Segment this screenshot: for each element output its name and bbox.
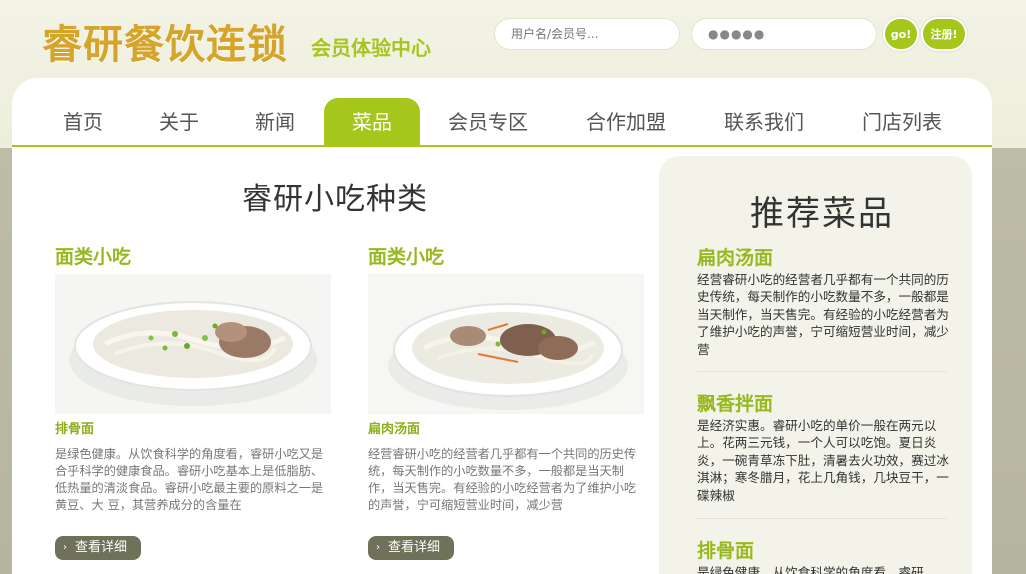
sidebar-title: 推荐菜品 (750, 194, 894, 234)
dish-card: 面类小吃 排骨面 是绿色健康。从饮食科学的角度看，睿研小吃又是合乎科学的健康食品… (55, 242, 331, 560)
recommended-item: 飘香拌面 是经济实惠。睿研小吃的单价一般在两元以上。花两三元钱，一个人可以吃饱。… (697, 389, 949, 504)
dish-category[interactable]: 面类小吃 (368, 242, 644, 272)
recommended-item-description: 是经济实惠。睿研小吃的单价一般在两元以上。花两三元钱，一个人可以吃饱。夏日炎炎，… (697, 418, 949, 503)
dish-category[interactable]: 面类小吃 (55, 242, 331, 272)
nav-item-home[interactable]: 首页 (48, 98, 118, 146)
password-input[interactable] (691, 18, 877, 50)
recommended-item-title[interactable]: 飘香拌面 (697, 389, 949, 417)
dish-description: 是绿色健康。从饮食科学的角度看，睿研小吃又是合乎科学的健康食品。睿研小吃基本上是… (55, 447, 324, 512)
username-input[interactable] (494, 18, 680, 50)
dish-name[interactable]: 扁肉汤面 (368, 418, 644, 442)
nav-item-stores[interactable]: 门店列表 (852, 98, 952, 146)
nav-item-contact[interactable]: 联系我们 (714, 98, 814, 146)
dish-image[interactable] (55, 274, 331, 414)
recommended-item-title[interactable]: 扁肉汤面 (697, 243, 949, 271)
nav-item-franchise[interactable]: 合作加盟 (576, 98, 676, 146)
recommended-item-title[interactable]: 排骨面 (697, 536, 949, 564)
nav-item-about[interactable]: 关于 (144, 98, 214, 146)
section-title: 睿研小吃种类 (242, 182, 428, 217)
nav-item-news[interactable]: 新闻 (240, 98, 310, 146)
view-details-button[interactable]: › 查看详细 (368, 536, 455, 560)
site-logo[interactable]: 睿研餐饮连锁 (42, 12, 288, 70)
register-button[interactable]: 注册! (921, 17, 967, 51)
recommended-item-description: 经营睿研小吃的经营者几乎都有一个共同的历史传统，每天制作的小吃数量不多，一般都是… (697, 272, 949, 357)
main-nav: 首页 关于 新闻 菜品 会员专区 合作加盟 联系我们 门店列表 (12, 98, 992, 146)
recommended-item: 排骨面 是绿色健康。从饮食科学的角度看，睿研 (697, 536, 949, 574)
nav-underline (12, 145, 992, 147)
site-subtitle: 会员体验中心 (311, 36, 431, 60)
chevron-right-icon: › (63, 542, 67, 553)
recommended-item-description: 是绿色健康。从饮食科学的角度看，睿研 (697, 565, 924, 574)
divider (697, 371, 947, 372)
view-details-label: 查看详细 (388, 540, 441, 555)
view-details-button[interactable]: › 查看详细 (55, 536, 142, 560)
chevron-right-icon: › (376, 542, 380, 553)
divider (697, 518, 947, 519)
dish-image[interactable] (368, 274, 644, 414)
dish-card: 面类小吃 扁肉汤面 经营睿研小吃的经营者几乎都有一个共同的历史传统，每天制作的小… (368, 242, 644, 560)
dish-name[interactable]: 排骨面 (55, 418, 331, 442)
view-details-label: 查看详细 (75, 540, 128, 555)
nav-item-members[interactable]: 会员专区 (438, 98, 538, 146)
recommended-item: 扁肉汤面 经营睿研小吃的经营者几乎都有一个共同的历史传统，每天制作的小吃数量不多… (697, 243, 949, 358)
dish-description: 经营睿研小吃的经营者几乎都有一个共同的历史传统，每天制作的小吃数量不多，一般都是… (368, 447, 637, 512)
login-go-button[interactable]: go! (883, 17, 919, 51)
nav-item-dishes[interactable]: 菜品 (324, 98, 420, 146)
